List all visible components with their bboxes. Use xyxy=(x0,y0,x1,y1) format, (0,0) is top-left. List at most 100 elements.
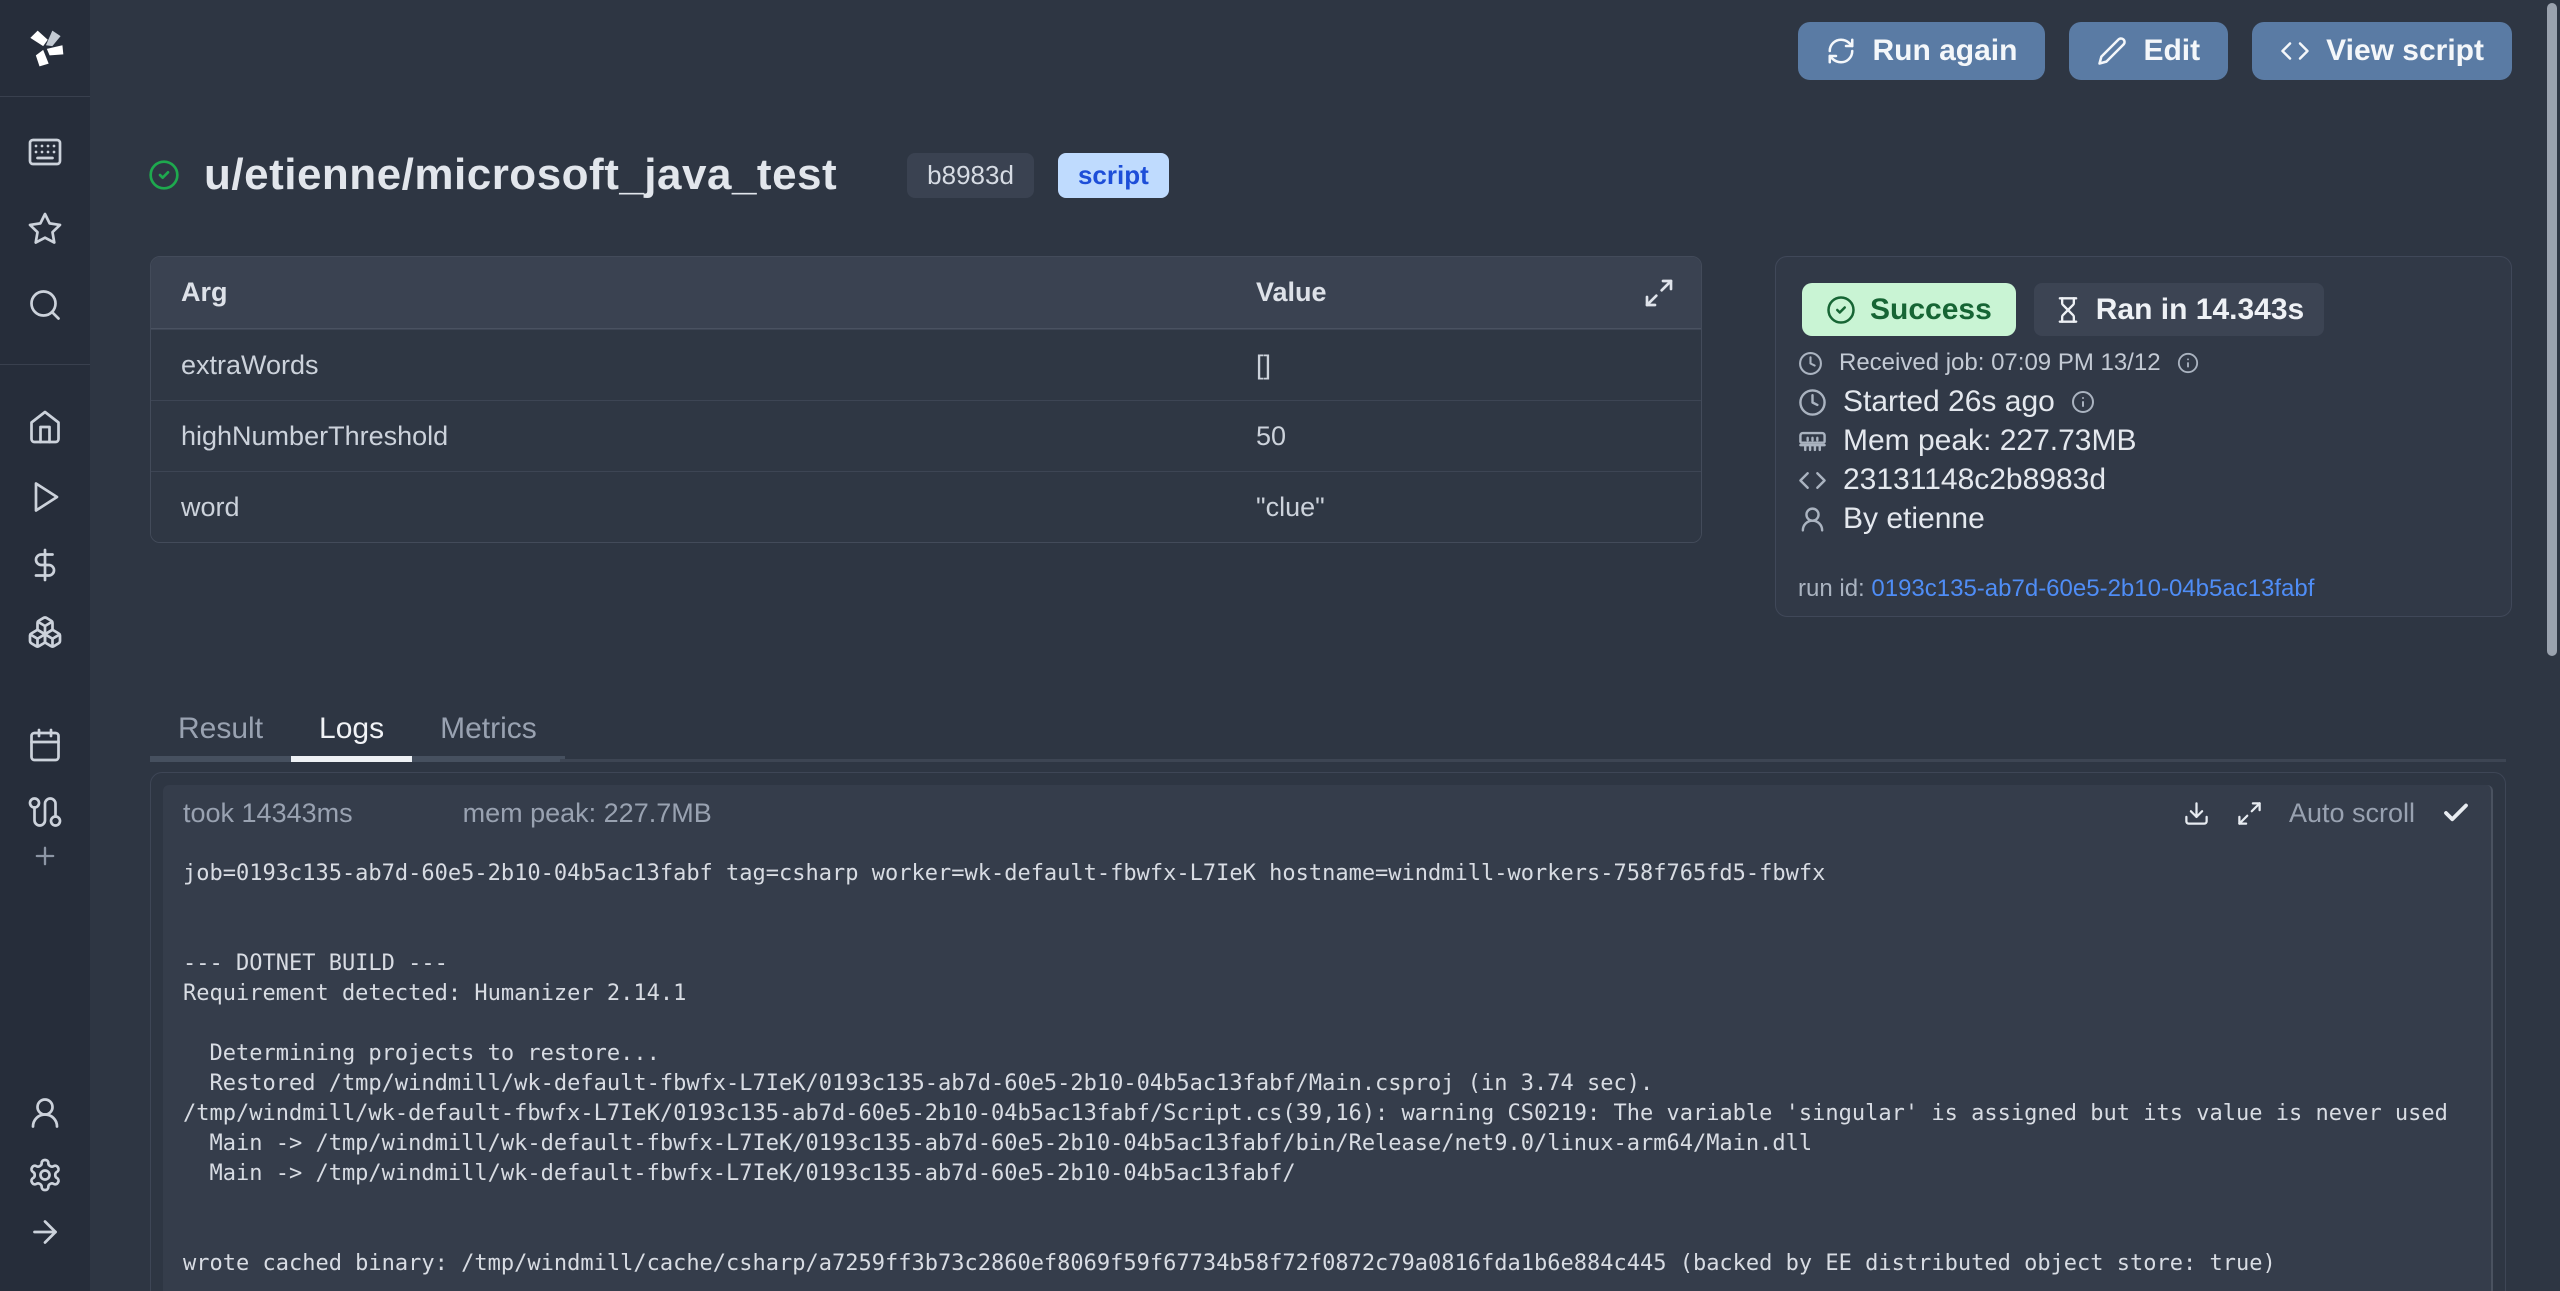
mem-peak-row: Mem peak: 227.73MB xyxy=(1798,424,2136,458)
run-again-button[interactable]: Run again xyxy=(1798,22,2045,80)
tab-metrics[interactable]: Metrics xyxy=(412,702,565,762)
sidebar-item-apps[interactable] xyxy=(0,134,90,170)
args-table: Arg Value extraWords [] highNumberThresh… xyxy=(150,256,1702,543)
log-mem-peak: mem peak: 227.7MB xyxy=(463,798,712,829)
info-icon[interactable] xyxy=(2177,352,2199,374)
received-label: Received job: 07:09 PM 13/12 xyxy=(1839,349,2161,377)
edit-label: Edit xyxy=(2143,34,2200,68)
info-icon[interactable] xyxy=(2071,390,2095,414)
table-expand-icon[interactable] xyxy=(1643,277,1675,309)
plus-icon xyxy=(31,842,59,870)
status-panel: Success Ran in 14.343s Received job: 07:… xyxy=(1775,256,2512,617)
sidebar xyxy=(0,0,90,1291)
sidebar-item-resources[interactable] xyxy=(0,614,90,650)
arg-name: highNumberThreshold xyxy=(151,421,1256,452)
log-header: took 14343ms mem peak: 227.7MB Auto scro… xyxy=(163,785,2491,841)
refresh-icon xyxy=(1826,36,1856,66)
log-took: took 14343ms xyxy=(183,798,353,829)
sidebar-item-variables[interactable] xyxy=(0,547,90,583)
args-table-header: Arg Value xyxy=(151,257,1701,329)
arg-value: [] xyxy=(1256,350,1701,381)
download-icon[interactable] xyxy=(2183,800,2210,827)
pencil-icon xyxy=(2097,36,2127,66)
code-icon xyxy=(1798,466,1827,495)
auto-scroll-checkbox[interactable] xyxy=(2441,798,2471,828)
log-header-actions: Auto scroll xyxy=(2183,798,2471,829)
script-hash-row: 23131148c2b8983d xyxy=(1798,463,2106,497)
clock-icon xyxy=(1798,388,1827,417)
keyboard-icon xyxy=(27,134,63,170)
log-content[interactable]: job=0193c135-ab7d-60e5-2b10-04b5ac13fabf… xyxy=(183,859,2473,1291)
run-again-label: Run again xyxy=(1872,34,2017,68)
run-id-label: run id: xyxy=(1798,575,1871,602)
hash-badge[interactable]: b8983d xyxy=(907,153,1034,198)
mem-peak-label: Mem peak: 227.73MB xyxy=(1843,424,2136,458)
arrow-right-icon xyxy=(27,1214,63,1250)
started-row: Started 26s ago xyxy=(1798,385,2095,419)
sidebar-item-search[interactable] xyxy=(0,287,90,323)
view-script-button[interactable]: View script xyxy=(2252,22,2512,80)
home-icon xyxy=(27,409,63,445)
gear-icon xyxy=(27,1157,63,1193)
arg-name: extraWords xyxy=(151,350,1256,381)
args-col-arg: Arg xyxy=(151,277,1256,308)
windmill-logo-icon xyxy=(23,26,67,70)
calendar-icon xyxy=(27,727,63,763)
sidebar-item-workers[interactable] xyxy=(0,794,90,830)
by-row: By etienne xyxy=(1798,502,1985,536)
auto-scroll-label: Auto scroll xyxy=(2289,798,2415,829)
sidebar-item-runs[interactable] xyxy=(0,479,90,515)
star-icon xyxy=(27,211,63,247)
tab-logs[interactable]: Logs xyxy=(291,702,412,762)
duration-chip: Ran in 14.343s xyxy=(2034,283,2324,336)
log-container: took 14343ms mem peak: 227.7MB Auto scro… xyxy=(150,772,2506,1291)
result-tabs: Result Logs Metrics xyxy=(150,702,565,762)
table-row: highNumberThreshold 50 xyxy=(151,400,1701,471)
toolbar: Run again Edit View script xyxy=(1798,22,2512,80)
arg-value: "clue" xyxy=(1256,492,1701,523)
dollar-icon xyxy=(27,547,63,583)
log-panel: took 14343ms mem peak: 227.7MB Auto scro… xyxy=(163,785,2493,1291)
code-icon xyxy=(2280,36,2310,66)
search-icon xyxy=(27,287,63,323)
windmill-logo[interactable] xyxy=(0,26,90,70)
sidebar-item-schedules[interactable] xyxy=(0,727,90,763)
received-row: Received job: 07:09 PM 13/12 xyxy=(1798,349,2199,377)
memory-icon xyxy=(1798,427,1827,456)
sidebar-item-favorites[interactable] xyxy=(0,211,90,247)
boxes-icon xyxy=(27,614,63,650)
duration-label: Ran in 14.343s xyxy=(2096,293,2304,327)
tabs-bottom-line xyxy=(560,759,2506,762)
args-col-value: Value xyxy=(1256,277,1701,308)
arg-name: word xyxy=(151,492,1256,523)
run-id-link[interactable]: 0193c135-ab7d-60e5-2b10-04b5ac13fabf xyxy=(1871,575,2314,602)
script-hash-link[interactable]: 23131148c2b8983d xyxy=(1843,463,2106,497)
expand-icon[interactable] xyxy=(2236,800,2263,827)
user-icon xyxy=(1798,505,1827,534)
arg-value: 50 xyxy=(1256,421,1701,452)
run-id-row: run id: 0193c135-ab7d-60e5-2b10-04b5ac13… xyxy=(1798,575,2314,603)
started-label: Started 26s ago xyxy=(1843,385,2055,419)
circle-check-icon xyxy=(1826,295,1856,325)
success-check-icon xyxy=(148,159,180,191)
sidebar-item-account[interactable] xyxy=(0,1095,90,1131)
sidebar-item-more[interactable] xyxy=(0,842,90,870)
route-icon xyxy=(27,794,63,830)
title-row: u/etienne/microsoft_java_test b8983d scr… xyxy=(148,150,1169,200)
status-label: Success xyxy=(1870,293,1992,327)
status-top-row: Success Ran in 14.343s xyxy=(1802,283,2324,336)
user-round-icon xyxy=(27,1095,63,1131)
table-row: extraWords [] xyxy=(151,329,1701,400)
status-badge: Success xyxy=(1802,283,2016,336)
hourglass-icon xyxy=(2054,296,2082,324)
kind-badge[interactable]: script xyxy=(1058,153,1169,198)
edit-button[interactable]: Edit xyxy=(2069,22,2228,80)
sidebar-divider-mid xyxy=(0,364,90,365)
page-title: u/etienne/microsoft_java_test xyxy=(204,150,837,200)
sidebar-item-home[interactable] xyxy=(0,409,90,445)
sidebar-item-collapse[interactable] xyxy=(0,1214,90,1250)
clock-icon xyxy=(1798,351,1823,376)
tab-result[interactable]: Result xyxy=(150,702,291,762)
sidebar-item-settings[interactable] xyxy=(0,1157,90,1193)
page-scrollbar-thumb[interactable] xyxy=(2547,3,2557,656)
